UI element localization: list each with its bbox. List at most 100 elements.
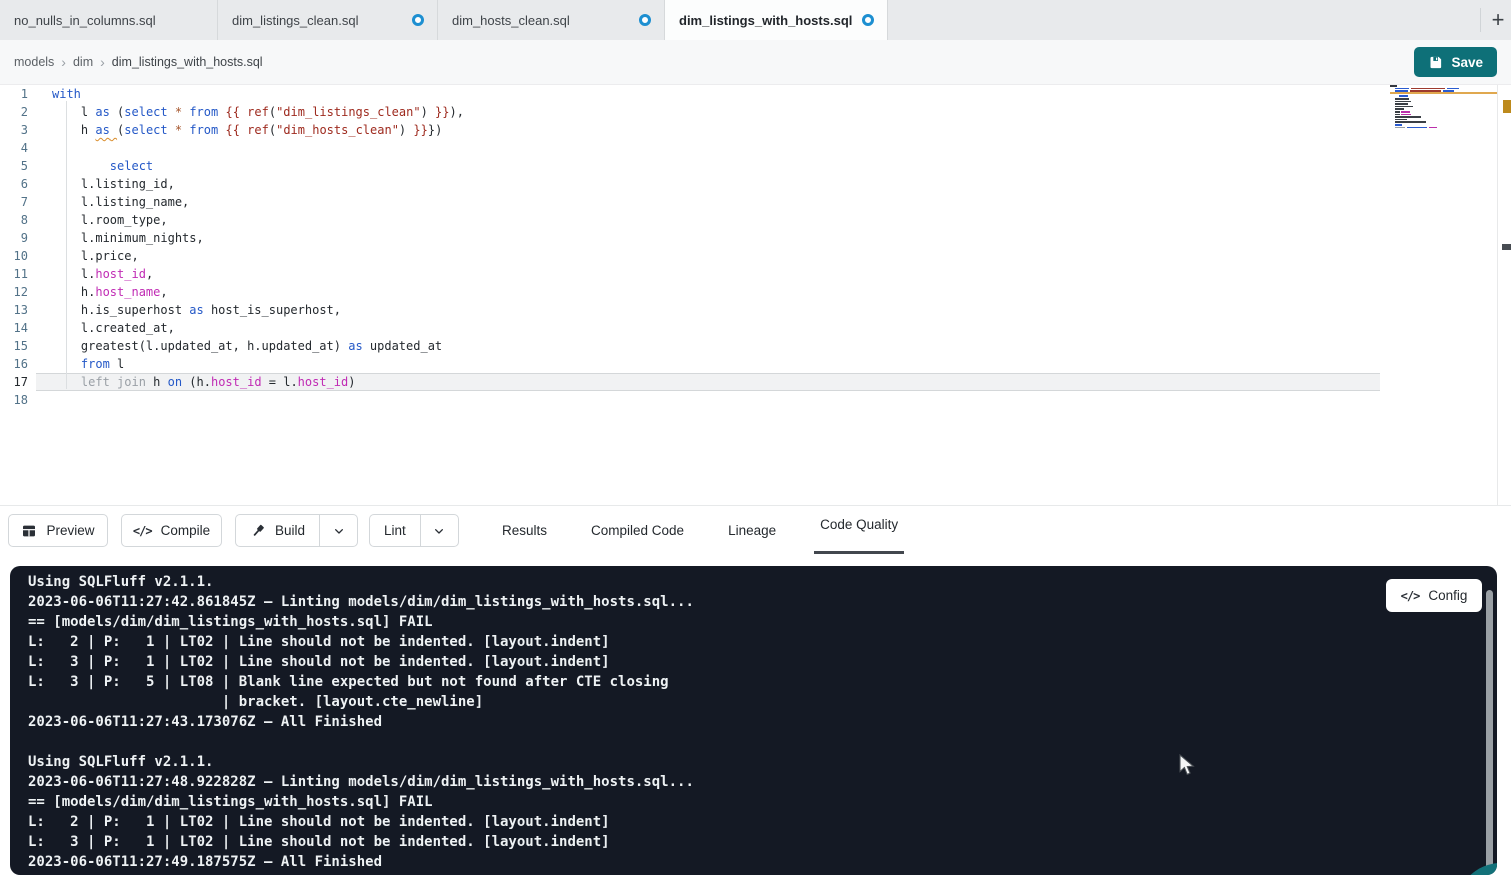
tab-compiled-code[interactable]: Compiled Code <box>585 506 690 554</box>
code-lines: 1with2 l as (select * from {{ ref("dim_l… <box>0 85 1511 409</box>
terminal-scrollbar[interactable] <box>1486 590 1493 875</box>
code-text: l.listing_id, <box>28 175 175 193</box>
line-number: 6 <box>0 175 28 193</box>
line-number: 13 <box>0 301 28 319</box>
save-button[interactable]: Save <box>1414 47 1497 77</box>
file-tab-label: no_nulls_in_columns.sql <box>14 13 156 28</box>
line-number: 2 <box>0 103 28 121</box>
code-text: l.created_at, <box>28 319 175 337</box>
terminal-line: L: 3 | P: 1 | LT02 | Line should not be … <box>28 832 1497 852</box>
code-text <box>28 139 52 157</box>
line-number: 1 <box>0 85 28 103</box>
lint-split-button: Lint <box>369 514 459 547</box>
breadcrumb-item[interactable]: models <box>14 55 54 69</box>
line-number: 4 <box>0 139 28 157</box>
code-text: l.host_id, <box>28 265 153 283</box>
code-line: 4 <box>0 139 1511 157</box>
terminal-lines: Using SQLFluff v2.1.1.2023-06-06T11:27:4… <box>10 566 1497 872</box>
new-tab-button[interactable]: + <box>1484 6 1511 34</box>
breadcrumb-item[interactable]: dim <box>73 55 93 69</box>
code-line: 7 l.listing_name, <box>0 193 1511 211</box>
lint-dropdown-button[interactable] <box>420 514 459 547</box>
lint-label: Lint <box>384 523 406 538</box>
tab-code-quality[interactable]: Code Quality <box>814 506 904 554</box>
code-line: 13 h.is_superhost as host_is_superhost, <box>0 301 1511 319</box>
file-tabs: no_nulls_in_columns.sql dim_listings_clea… <box>0 0 888 40</box>
panel-tab-bar: Results Compiled Code Lineage Code Quali… <box>496 506 904 554</box>
code-line: 9 l.minimum_nights, <box>0 229 1511 247</box>
terminal-line: 2023-06-06T11:27:49.187575Z — All Finish… <box>28 852 1497 872</box>
editor-toolbar: Preview </> Compile Build <box>0 505 1511 553</box>
code-text: left join h on (h.host_id = l.host_id) <box>28 373 355 391</box>
build-label: Build <box>275 523 305 538</box>
code-text: l.room_type, <box>28 211 168 229</box>
compile-label: Compile <box>161 523 211 538</box>
code-text: l.minimum_nights, <box>28 229 204 247</box>
lint-button[interactable]: Lint <box>369 514 420 547</box>
code-line: 16 from l <box>0 355 1511 373</box>
line-number: 3 <box>0 121 28 139</box>
terminal-line: 2023-06-06T11:27:43.173076Z — All Finish… <box>28 712 1497 732</box>
line-number: 18 <box>0 391 28 409</box>
line-number: 11 <box>0 265 28 283</box>
save-label: Save <box>1451 55 1483 70</box>
code-text: greatest(l.updated_at, h.updated_at) as … <box>28 337 442 355</box>
file-tab[interactable]: dim_listings_clean.sql <box>218 0 438 40</box>
file-tab-label: dim_listings_clean.sql <box>232 13 358 28</box>
file-tab[interactable]: dim_listings_with_hosts.sql <box>665 0 888 40</box>
chevron-down-icon <box>431 523 447 539</box>
code-text: l.listing_name, <box>28 193 189 211</box>
code-text: h.host_name, <box>28 283 168 301</box>
line-number: 17 <box>0 373 28 391</box>
line-number: 5 <box>0 157 28 175</box>
line-number: 10 <box>0 247 28 265</box>
line-number: 8 <box>0 211 28 229</box>
code-line: 15 greatest(l.updated_at, h.updated_at) … <box>0 337 1511 355</box>
breadcrumb-separator-icon: › <box>61 54 66 70</box>
code-line: 3 h as (select * from {{ ref("dim_hosts_… <box>0 121 1511 139</box>
tab-results[interactable]: Results <box>496 506 553 554</box>
line-number: 15 <box>0 337 28 355</box>
save-floppy-icon <box>1428 55 1443 70</box>
preview-label: Preview <box>46 523 94 538</box>
mouse-cursor <box>1178 754 1198 781</box>
code-line: 17 left join h on (h.host_id = l.host_id… <box>0 373 1511 391</box>
code-line: 18 <box>0 391 1511 409</box>
terminal-line: 2023-06-06T11:27:42.861845Z — Linting mo… <box>28 592 1497 612</box>
code-editor[interactable]: 1with2 l as (select * from {{ ref("dim_l… <box>0 85 1511 505</box>
terminal-line: 2023-06-06T11:27:48.922828Z — Linting mo… <box>28 772 1497 792</box>
build-dropdown-button[interactable] <box>319 514 358 547</box>
code-line: 14 l.created_at, <box>0 319 1511 337</box>
minimap[interactable] <box>1390 85 1497 145</box>
code-line: 12 h.host_name, <box>0 283 1511 301</box>
code-line: 5 select <box>0 157 1511 175</box>
build-button[interactable]: Build <box>235 514 319 547</box>
code-text: h as (select * from {{ ref("dim_hosts_cl… <box>28 121 442 139</box>
breadcrumb-item[interactable]: dim_listings_with_hosts.sql <box>112 55 263 69</box>
terminal-line: | bracket. [layout.cte_newline] <box>28 692 1497 712</box>
unsaved-changes-icon <box>862 14 874 26</box>
tab-lineage[interactable]: Lineage <box>722 506 782 554</box>
dbt-ide-window: no_nulls_in_columns.sql dim_listings_clea… <box>0 0 1511 875</box>
config-button[interactable]: </> Config <box>1386 579 1482 612</box>
line-number: 12 <box>0 283 28 301</box>
code-line: 6 l.listing_id, <box>0 175 1511 193</box>
terminal-line: == [models/dim/dim_listings_with_hosts.s… <box>28 792 1497 812</box>
tabbar-divider <box>1480 8 1481 32</box>
file-tab[interactable]: no_nulls_in_columns.sql <box>0 0 218 40</box>
line-number: 16 <box>0 355 28 373</box>
overview-ruler-scroll-marker <box>1502 244 1511 250</box>
build-split-button: Build <box>235 514 358 547</box>
terminal-line: L: 2 | P: 1 | LT02 | Line should not be … <box>28 812 1497 832</box>
chevron-down-icon <box>331 523 347 539</box>
preview-button[interactable]: Preview <box>8 514 108 547</box>
code-text: select <box>28 157 153 175</box>
line-number: 7 <box>0 193 28 211</box>
compile-button[interactable]: </> Compile <box>121 514 222 547</box>
editor-divider <box>1497 85 1498 505</box>
file-tab[interactable]: dim_hosts_clean.sql <box>438 0 665 40</box>
terminal-line: L: 2 | P: 1 | LT02 | Line should not be … <box>28 632 1497 652</box>
terminal-line: L: 3 | P: 5 | LT08 | Blank line expected… <box>28 672 1497 692</box>
config-label: Config <box>1428 588 1467 603</box>
code-line: 8 l.room_type, <box>0 211 1511 229</box>
